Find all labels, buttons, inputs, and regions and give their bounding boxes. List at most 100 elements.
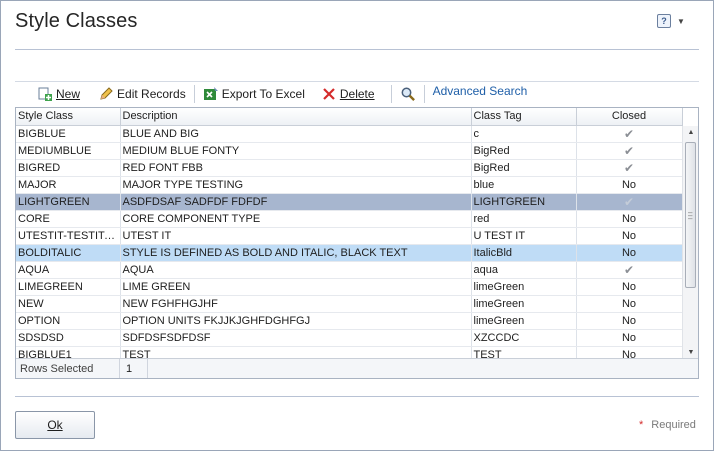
cell-class-tag: LIGHTGREEN [471, 193, 577, 211]
toolbar-separator [423, 84, 425, 103]
cell-closed: No [576, 295, 683, 313]
cell-class-tag: XZCCDC [471, 329, 577, 347]
column-header-description[interactable]: Description [120, 108, 472, 126]
table-row[interactable]: LIGHTGREEN ASDFDSAF SADFDF FDFDF LIGHTGREE… [16, 193, 683, 211]
table-row[interactable]: LIMEGREEN LIME GREEN limeGreen No [16, 278, 683, 296]
export-excel-label: Export To Excel [221, 86, 305, 101]
table-row[interactable]: OPTION OPTION UNITS FKJJKJGHFDGHFGJ limeGr… [16, 312, 683, 330]
title-divider [15, 49, 699, 50]
delete-x-icon [321, 86, 337, 102]
style-classes-grid: Style Class Description Class Tag Closed… [15, 107, 699, 379]
delete-button[interactable]: Delete [317, 83, 379, 105]
cell-closed: No [576, 210, 683, 228]
table-row[interactable]: SDSDSD SDFDSFSDFDSF XZCCDC No [16, 329, 683, 347]
cell-closed: No [576, 329, 683, 347]
table-row[interactable]: AQUA AQUA aqua ✔ [16, 261, 683, 279]
table-row[interactable]: MAJOR MAJOR TYPE TESTING blue No [16, 176, 683, 194]
grid-table: Style Class Description Class Tag Closed… [16, 108, 683, 364]
ok-button[interactable]: Ok [15, 411, 95, 439]
column-header-class-tag[interactable]: Class Tag [471, 108, 577, 126]
closed-value: No [621, 297, 637, 310]
cell-class-tag: c [471, 125, 577, 143]
scroll-up-arrow-icon[interactable]: ▲ [683, 126, 698, 140]
table-row[interactable]: BIGBLUE BLUE AND BIG c ✔ [16, 125, 683, 143]
cell-class-tag: BigRed [471, 142, 577, 160]
new-button[interactable]: New [33, 83, 84, 105]
grid-header-row: Style Class Description Class Tag Closed [16, 108, 683, 126]
cell-class-tag: blue [471, 176, 577, 194]
cell-class-tag: BigRed [471, 159, 577, 177]
cell-closed: ✔ [576, 125, 683, 143]
closed-value: No [621, 178, 637, 191]
checkmark-icon: ✔ [623, 160, 635, 175]
excel-icon [203, 86, 219, 102]
cell-closed: No [576, 227, 683, 245]
search-button[interactable] [396, 83, 420, 105]
cell-style-class: UTESTIT-TESTITA... [16, 227, 121, 245]
cell-style-class: BIGBLUE [16, 125, 121, 143]
cell-class-tag: limeGreen [471, 278, 577, 296]
cell-closed: No [576, 312, 683, 330]
cell-style-class: NEW [16, 295, 121, 313]
table-row[interactable]: MEDIUMBLUE MEDIUM BLUE FONTY BigRed ✔ [16, 142, 683, 160]
table-row[interactable]: BOLDITALIC STYLE IS DEFINED AS BOLD AND I… [16, 244, 683, 262]
table-row[interactable]: UTESTIT-TESTITA... UTEST IT U TEST IT No [16, 227, 683, 245]
grid-body: BIGBLUE BLUE AND BIG c ✔ MEDIUMBLUE MEDIUM BL… [16, 125, 683, 364]
toolbar-separator [193, 84, 195, 103]
closed-value: No [621, 246, 637, 259]
cell-style-class: BOLDITALIC [16, 244, 121, 262]
help-menu-button[interactable]: ? ▼ [657, 13, 691, 29]
ok-button-label: Ok [47, 418, 63, 432]
scrollbar-thumb[interactable]: – – – [685, 142, 696, 288]
rows-selected-count: 1 [120, 359, 148, 378]
column-header-closed[interactable]: Closed [576, 108, 683, 126]
magnifier-icon [400, 86, 416, 102]
grip-icon: – – – [688, 208, 693, 223]
cell-class-tag: ItalicBld [471, 244, 577, 262]
cell-style-class: SDSDSD [16, 329, 121, 347]
closed-value: No [621, 314, 637, 327]
cell-style-class: OPTION [16, 312, 121, 330]
closed-value: No [621, 280, 637, 293]
required-asterisk: * [639, 419, 644, 431]
closed-value: No [621, 229, 637, 242]
cell-class-tag: U TEST IT [471, 227, 577, 245]
required-label: Required [651, 419, 696, 431]
cell-closed: ✔ [576, 261, 683, 279]
cell-description: BLUE AND BIG [120, 125, 472, 143]
vertical-scrollbar[interactable]: ▲ – – – ▼ [682, 126, 698, 360]
edit-records-button[interactable]: Edit Records [94, 83, 190, 105]
export-excel-button[interactable]: Export To Excel [199, 83, 309, 105]
cell-style-class: AQUA [16, 261, 121, 279]
page-title: Style Classes [15, 10, 138, 32]
delete-button-label: Delete [339, 86, 375, 101]
table-row[interactable]: BIGRED RED FONT FBB BigRed ✔ [16, 159, 683, 177]
cell-description: MEDIUM BLUE FONTY [120, 142, 472, 160]
closed-value: No [621, 331, 637, 344]
cell-description: MAJOR TYPE TESTING [120, 176, 472, 194]
cell-class-tag: red [471, 210, 577, 228]
toolbar-separator [390, 84, 392, 103]
edit-records-label: Edit Records [117, 86, 186, 101]
cell-closed: ✔ [576, 193, 683, 211]
chevron-down-icon: ▼ [677, 16, 685, 26]
advanced-search-link[interactable]: Advanced Search [433, 84, 528, 98]
cell-style-class: BIGRED [16, 159, 121, 177]
table-row[interactable]: CORE CORE COMPONENT TYPE red No [16, 210, 683, 228]
cell-closed: No [576, 176, 683, 194]
cell-style-class: CORE [16, 210, 121, 228]
cell-description: STYLE IS DEFINED AS BOLD AND ITALIC, BLA… [120, 244, 472, 262]
cell-style-class: LIMEGREEN [16, 278, 121, 296]
toolbar: New Edit Records Export To Excel Delete [15, 81, 699, 105]
checkmark-icon: ✔ [623, 262, 635, 277]
table-row[interactable]: NEW NEW FGHFHGJHF limeGreen No [16, 295, 683, 313]
cell-closed: ✔ [576, 142, 683, 160]
new-doc-icon [37, 86, 53, 102]
cell-closed: No [576, 244, 683, 262]
cell-description: LIME GREEN [120, 278, 472, 296]
column-header-style-class[interactable]: Style Class [16, 108, 121, 126]
cell-style-class: MAJOR [16, 176, 121, 194]
grid-footer: Rows Selected 1 [16, 358, 698, 378]
style-classes-window: Style Classes ? ▼ New Edit Records Expor… [0, 0, 714, 451]
cell-closed: ✔ [576, 159, 683, 177]
